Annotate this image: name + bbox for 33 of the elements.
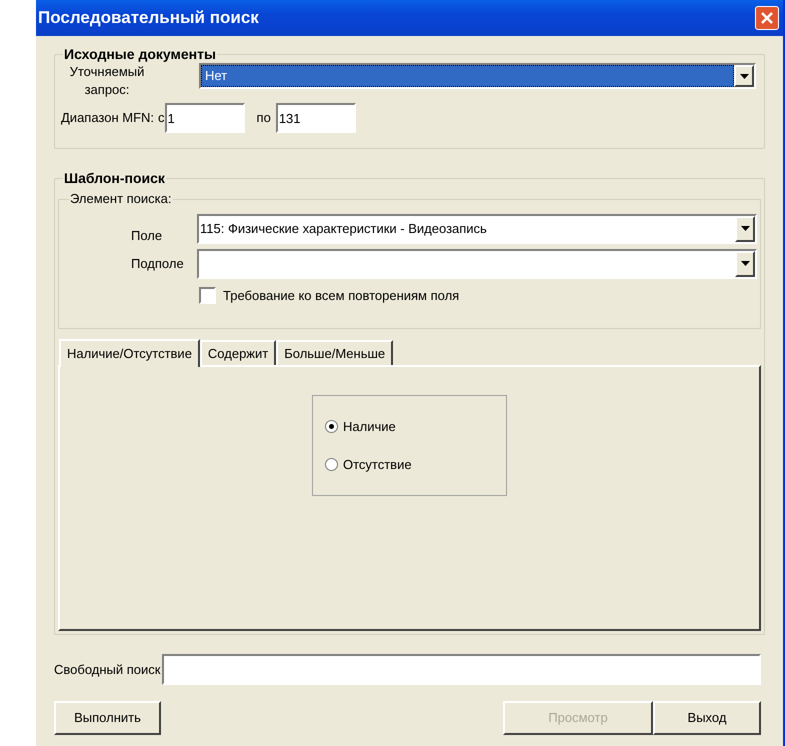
tab[interactable]: Наличие/Отсутствие [59,339,200,367]
dropdown-button[interactable] [734,65,754,87]
radio-button[interactable] [325,458,338,472]
dialog-button[interactable]: Выход [653,701,761,735]
close-icon [760,11,774,25]
to-label: по [256,109,271,128]
caret-icon [740,261,750,266]
free-search-field[interactable] [162,654,761,685]
radio-label: Отсутствие [343,456,412,474]
range-label: Диапазон MFN: [61,109,154,128]
subfield-label: Подполе [130,254,185,273]
from-field[interactable]: 1 [164,103,245,133]
to-field[interactable]: 131 [276,103,356,133]
dropdown-button[interactable] [735,250,755,276]
window-title: Последовательный поиск [38,7,259,30]
field-dropdown[interactable]: 115: Физические характеристики - Видеозапись [197,214,757,244]
subfield-dropdown[interactable] [197,248,757,278]
checkbox-label: Требование ко всем повторениям поля [223,286,460,305]
checkbox[interactable] [199,286,216,304]
caret-icon [740,226,750,232]
field-label: Поле [130,227,164,245]
radio-button[interactable] [325,420,338,433]
radio-label: Наличие [343,418,396,436]
free-search-label: Свободный поиск [54,660,160,679]
close-button[interactable] [755,6,779,30]
tab[interactable]: Содержит [200,340,276,365]
query-label: Уточняемый запрос: [68,63,146,99]
caret-icon [740,74,748,78]
query-dropdown[interactable]: Нет [199,63,756,89]
dialog-button[interactable]: Выполнить [54,701,161,735]
tab[interactable]: Больше/Меньше [276,340,394,365]
from-label: с [158,109,165,128]
dropdown-button[interactable] [735,216,755,242]
